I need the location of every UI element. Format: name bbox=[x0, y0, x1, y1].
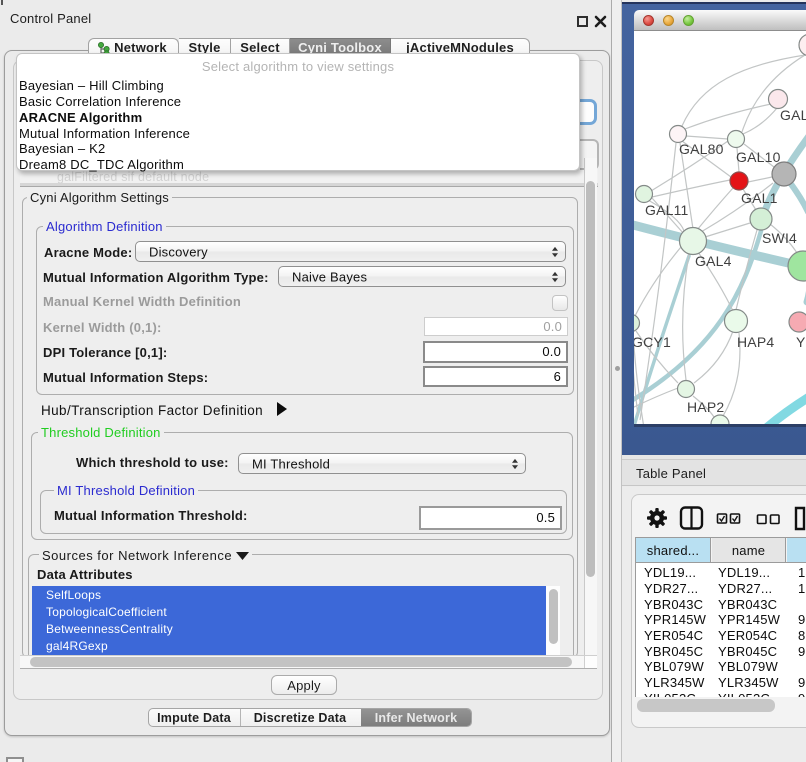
svg-text:GAL1: GAL1 bbox=[741, 190, 778, 206]
svg-text:HAP2: HAP2 bbox=[687, 399, 724, 415]
svg-text:GAL4: GAL4 bbox=[695, 253, 732, 269]
svg-text:HAP4: HAP4 bbox=[737, 334, 774, 350]
svg-text:GAL10: GAL10 bbox=[736, 149, 781, 165]
svg-text:Y: Y bbox=[796, 334, 806, 350]
svg-text:GCY1: GCY1 bbox=[634, 334, 671, 350]
svg-text:GAL11: GAL11 bbox=[645, 202, 689, 218]
svg-text:GAL: GAL bbox=[780, 107, 806, 123]
svg-text:SWI4: SWI4 bbox=[762, 230, 797, 246]
svg-text:GAL80: GAL80 bbox=[679, 141, 724, 157]
